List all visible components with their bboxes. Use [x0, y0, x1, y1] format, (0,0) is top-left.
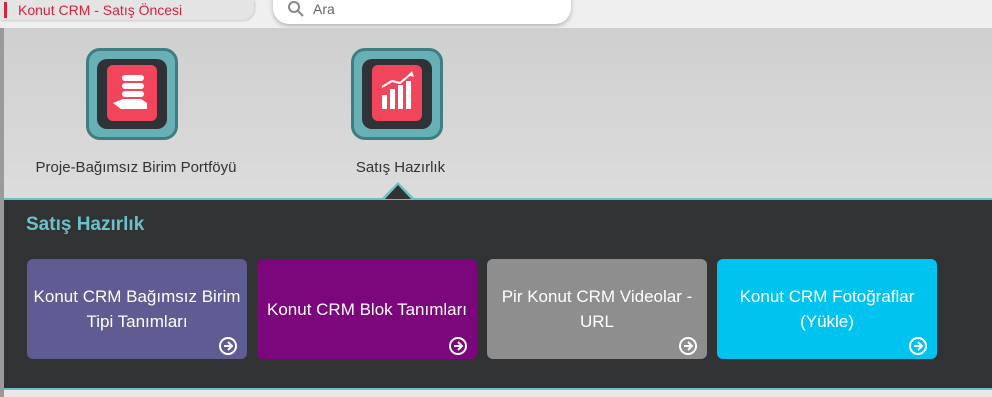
breadcrumb[interactable]: Konut CRM - Satış Öncesi: [0, 0, 254, 20]
card-unit-type-definitions[interactable]: Konut CRM Bağımsız Birim Tipi Tanımları: [27, 259, 247, 359]
bottom-strip: [4, 390, 992, 397]
search-input[interactable]: [313, 0, 553, 18]
card-label: Konut CRM Bağımsız Birim Tipi Tanımları: [33, 287, 241, 331]
search-icon: [288, 1, 304, 17]
arrow-right-circle-icon: [909, 337, 927, 355]
search-box[interactable]: [273, 0, 571, 24]
app-tile-portfolio[interactable]: [86, 48, 178, 140]
panel-pointer-fill: [385, 185, 411, 199]
card-block-definitions[interactable]: Konut CRM Blok Tanımları: [257, 259, 477, 359]
panel-title: Satış Hazırlık: [26, 214, 145, 235]
card-label: Konut CRM Blok Tanımları: [267, 299, 467, 319]
arrow-right-circle-icon: [219, 337, 237, 355]
hand-coins-icon: [107, 65, 157, 121]
card-label: Pir Konut CRM Videolar - URL: [501, 287, 693, 331]
arrow-right-circle-icon: [449, 337, 467, 355]
app-launcher: Proje-Bağımsız Birim Portföyü Satış Hazı…: [4, 28, 992, 198]
app-tile-sales-prep[interactable]: [351, 48, 443, 140]
breadcrumb-title[interactable]: Konut CRM - Satış Öncesi: [18, 1, 182, 19]
card-label: Konut CRM Fotoğraflar (Yükle): [739, 287, 915, 331]
submenu-panel: Satış Hazırlık Konut CRM Bağımsız Birim …: [4, 198, 992, 390]
chart-growth-icon: [372, 65, 422, 121]
app-label-portfolio[interactable]: Proje-Bağımsız Birim Portföyü: [18, 159, 254, 176]
breadcrumb-marker: [4, 2, 7, 18]
app-label-sales-prep[interactable]: Satış Hazırlık: [304, 159, 497, 176]
card-videos-url[interactable]: Pir Konut CRM Videolar - URL: [487, 259, 707, 359]
card-photos-upload[interactable]: Konut CRM Fotoğraflar (Yükle): [717, 259, 937, 359]
app-tile-frame: [362, 59, 432, 129]
arrow-right-circle-icon: [679, 337, 697, 355]
app-tile-frame: [97, 59, 167, 129]
